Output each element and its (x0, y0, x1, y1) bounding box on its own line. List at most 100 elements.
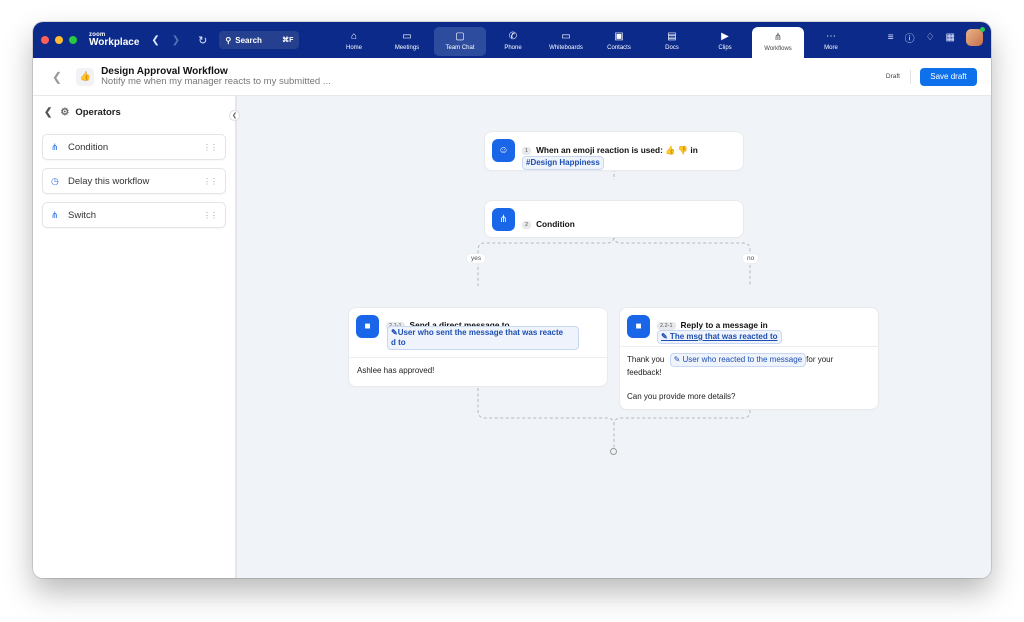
condition-node[interactable]: ⋔ 2 Condition (485, 201, 743, 237)
node-divider (620, 346, 878, 347)
tab-more[interactable]: ⋯ More (805, 27, 857, 56)
calendar-icon[interactable]: ▦ (946, 32, 955, 43)
history-icon[interactable]: ↻ (198, 34, 207, 47)
recipient-line: d to (391, 338, 406, 347)
notification-bell-icon[interactable]: ♢ (926, 32, 935, 43)
workflows-icon: ⋔ (773, 32, 783, 43)
drag-handle-icon[interactable]: ⋮⋮ (203, 177, 218, 186)
step-number: 2 (522, 221, 532, 229)
emoji-reaction-icon: ☺ (492, 139, 515, 162)
switch-icon: ⋔ (51, 209, 59, 220)
tab-label: Home (345, 45, 362, 51)
message-body[interactable]: Ashlee has approved! (357, 365, 434, 377)
help-icon[interactable]: ⓘ (905, 30, 915, 45)
condition-icon: ⋔ (51, 141, 59, 152)
operator-item-delay[interactable]: ◷ Delay this workflow ⋮⋮ (42, 168, 226, 194)
chevron-left-icon[interactable]: ❮ (44, 107, 52, 118)
collapse-sidebar-button[interactable]: ❮ (229, 110, 240, 121)
tab-label: More (824, 45, 838, 51)
target-message-chip[interactable]: ✎ The msg that was reacted to (657, 330, 782, 344)
tab-workflows[interactable]: ⋔ Workflows (752, 27, 804, 58)
drag-handle-icon[interactable]: ⋮⋮ (203, 211, 218, 220)
status-badge: Draft (885, 73, 900, 80)
tab-label: Clips (718, 45, 732, 51)
header-divider (910, 69, 911, 84)
operators-header: ❮ ⚙ Operators (44, 107, 121, 118)
drag-handle-icon[interactable]: ⋮⋮ (203, 143, 218, 152)
tab-whiteboards[interactable]: ▭ Whiteboards (540, 27, 592, 56)
operator-item-switch[interactable]: ⋔ Switch ⋮⋮ (42, 202, 226, 228)
tab-label: Whiteboards (549, 45, 583, 51)
forward-arrow-icon[interactable]: ❯ (172, 35, 180, 46)
add-step-endpoint[interactable] (610, 448, 617, 455)
save-draft-button[interactable]: Save draft (920, 67, 977, 86)
video-camera-icon: ▭ (402, 31, 412, 42)
trigger-node[interactable]: ☺ 1 When an emoji reaction is used: 👍 👎 i… (485, 132, 743, 170)
condition-icon: ⋔ (492, 208, 515, 231)
operator-label: Delay this workflow (68, 175, 150, 187)
tab-meetings[interactable]: ▭ Meetings (381, 27, 433, 56)
home-icon: ⌂ (350, 31, 358, 42)
contacts-icon: ▣ (614, 31, 624, 42)
operator-label: Switch (68, 209, 96, 221)
maximize-window-button[interactable] (69, 36, 77, 44)
variable-chip[interactable]: ✎ User who reacted to the message (669, 353, 807, 367)
recipient-line: ✎User who sent the message that was reac… (391, 328, 564, 337)
clips-icon: ▶ (721, 31, 729, 42)
body-text: Thank you (627, 355, 665, 364)
search-label: Search (235, 35, 262, 45)
tab-label: Contacts (607, 45, 631, 51)
close-window-button[interactable] (41, 36, 49, 44)
workflow-emoji: 👍 (79, 71, 91, 81)
chevron-left-icon: ❮ (231, 113, 238, 119)
window-controls (41, 36, 77, 44)
recipient-chip[interactable]: ✎User who sent the message that was reac… (387, 326, 579, 350)
tab-docs[interactable]: ▤ Docs (646, 27, 698, 56)
tab-team-chat[interactable]: ▢ Team Chat (434, 27, 486, 56)
user-avatar[interactable] (966, 27, 985, 46)
whiteboard-icon: ▭ (561, 31, 571, 42)
more-icon: ⋯ (826, 31, 836, 42)
minimize-window-button[interactable] (55, 36, 63, 44)
search-button[interactable]: ⚲ Search ⌘F (219, 31, 300, 49)
tab-label: Workflows (764, 46, 792, 52)
tab-label: Phone (504, 45, 522, 51)
send-direct-message-node[interactable]: ■ 2.1-1Send a direct message to ✎User wh… (349, 308, 607, 386)
tab-label: Meetings (394, 45, 420, 51)
clock-icon: ◷ (51, 175, 59, 186)
tab-label: Docs (665, 45, 679, 51)
branch-label-no: no (743, 254, 759, 263)
body-text: for your (806, 355, 834, 364)
workflow-emoji-icon[interactable]: 👍 (76, 67, 95, 86)
body-text: feedback! (627, 368, 662, 377)
reply-message-icon: ■ (627, 315, 650, 338)
operators-sidebar: ❮ ⚙ Operators ⋔ Condition ⋮⋮ ◷ Delay thi… (33, 96, 237, 578)
body-text: Can you provide more details? (627, 392, 736, 401)
workflow-canvas[interactable]: yes no ☺ 1 When an emoji reaction is used… (237, 96, 991, 578)
docs-icon: ▤ (667, 31, 677, 42)
back-button[interactable]: ❮ (52, 70, 62, 84)
branch-label-yes: yes (467, 254, 486, 263)
gear-icon: ⚙ (60, 107, 70, 118)
tab-clips[interactable]: ▶ Clips (699, 27, 751, 56)
search-icon: ⚲ (225, 35, 232, 45)
channel-chip[interactable]: #Design Happiness (522, 156, 604, 170)
tab-home[interactable]: ⌂ Home (328, 27, 380, 56)
back-arrow-icon[interactable]: ❮ (151, 35, 159, 46)
connector-no-branch (613, 235, 751, 286)
message-body[interactable]: Thank you ✎ User who reacted to the mess… (627, 353, 871, 403)
tab-phone[interactable]: ✆ Phone (487, 27, 539, 56)
presence-icon[interactable]: ≡ (888, 32, 894, 43)
chat-message-icon: ■ (356, 315, 379, 338)
workflow-description[interactable]: Notify me when my manager reacts to my s… (101, 76, 331, 87)
node-divider (349, 357, 607, 358)
chat-bubbles-icon: ▢ (455, 31, 465, 42)
brand-name: Workplace (89, 37, 140, 48)
reply-message-node[interactable]: ■ 2.2-1 Reply to a message in ✎ The msg t… (620, 308, 878, 409)
tab-contacts[interactable]: ▣ Contacts (593, 27, 645, 56)
operators-title: Operators (75, 107, 121, 118)
operator-item-condition[interactable]: ⋔ Condition ⋮⋮ (42, 134, 226, 160)
tab-label: Team Chat (445, 45, 475, 51)
top-navigation-bar: zoom Workplace ❮ ❯ ↻ ⚲ Search ⌘F ⌂ Home ▭… (33, 22, 991, 58)
top-right-icons: ≡ ⓘ ♢ ▦ (888, 27, 985, 46)
